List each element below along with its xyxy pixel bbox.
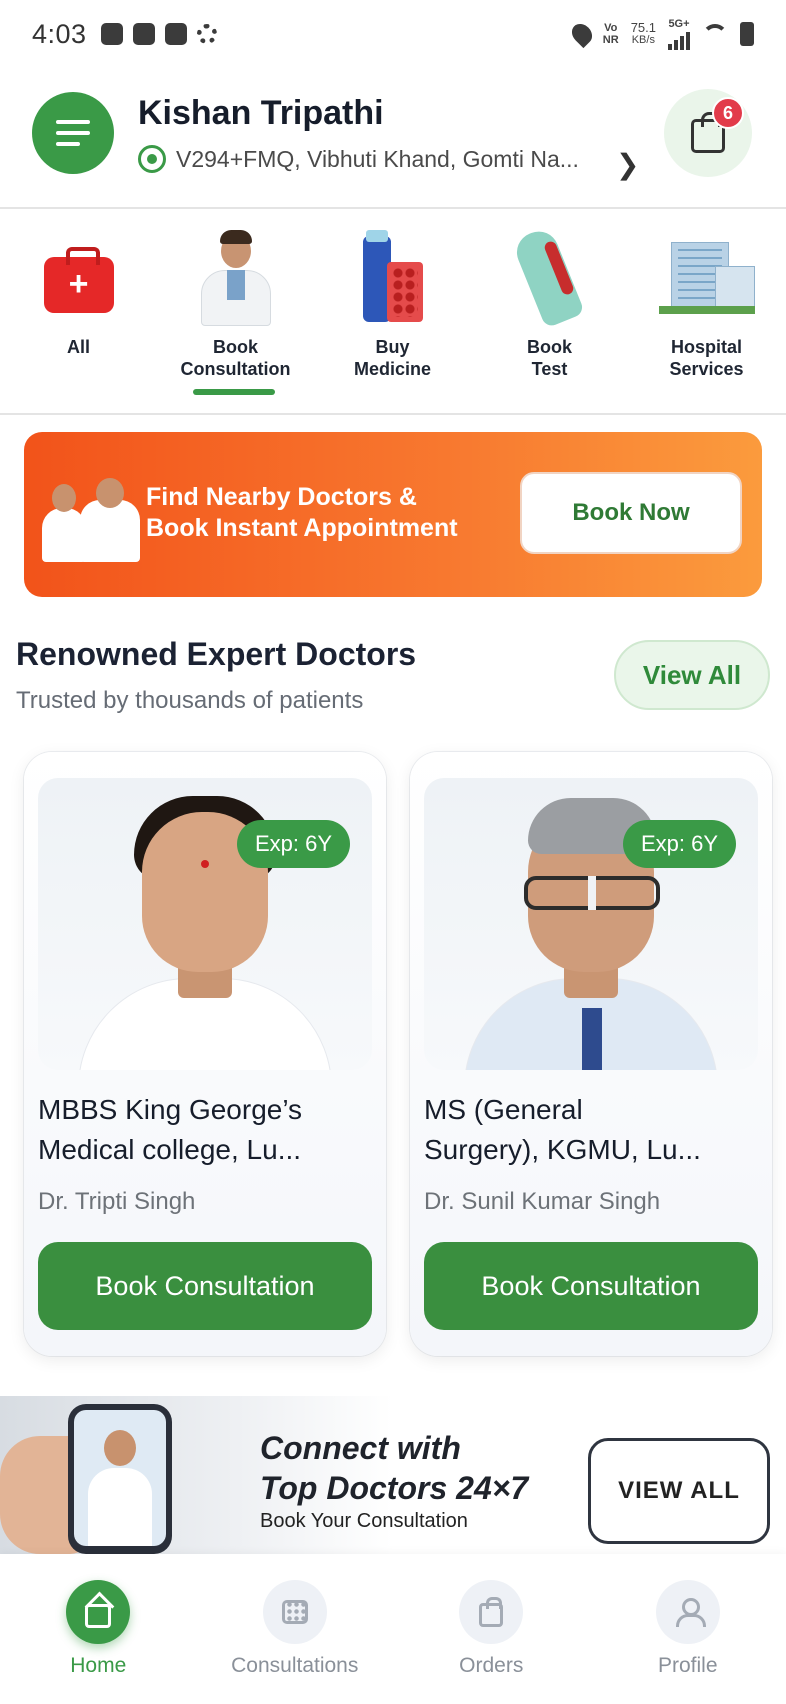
promo-title: Connect with Top Doctors 24×7 xyxy=(260,1430,529,1506)
medicine-icon xyxy=(350,230,436,326)
location-text: V294+FMQ, Vibhuti Khand, Gomti Na... xyxy=(176,145,579,172)
experience-badge: Exp: 6Y xyxy=(622,820,736,868)
doctor-card[interactable]: Exp: 6Y MBBS King George’s Medical colle… xyxy=(24,752,386,1356)
nav-label: Consultations xyxy=(231,1654,359,1677)
doctor-photo: Exp: 6Y xyxy=(38,778,372,1070)
wifi-icon xyxy=(702,24,728,44)
volte-indicator: Vo NR xyxy=(602,22,619,46)
find-doctors-banner[interactable]: Find Nearby Doctors & Book Instant Appoi… xyxy=(24,432,762,597)
category-label: Book Test xyxy=(527,337,572,379)
divider xyxy=(0,207,786,209)
hamburger-icon xyxy=(56,120,90,124)
category-label: Hospital Services xyxy=(669,337,744,379)
chevron-right-icon[interactable]: ❯ xyxy=(616,148,639,181)
view-all-button[interactable]: View All xyxy=(614,640,770,710)
battery-icon xyxy=(740,22,754,46)
experience-badge: Exp: 6Y xyxy=(236,820,350,868)
home-icon xyxy=(85,1604,112,1628)
promo-subtitle: Book Your Consultation xyxy=(260,1510,468,1532)
promo-view-all-button[interactable]: VIEW ALL xyxy=(588,1438,770,1544)
nav-label: Orders xyxy=(459,1654,524,1677)
app-header: Kishan Tripathi V294+FMQ, Vibhuti Khand,… xyxy=(0,82,786,207)
shopping-bag-icon xyxy=(479,1597,504,1627)
status-time: 4:03 xyxy=(32,18,87,49)
mail-icon xyxy=(164,23,187,45)
blood-test-icon xyxy=(507,225,593,329)
nav-label: Profile xyxy=(657,1654,718,1677)
user-icon xyxy=(675,1598,706,1627)
first-aid-kit-icon xyxy=(36,230,122,326)
category-tabs: All Book Consultation Buy Medicine Book … xyxy=(0,215,786,411)
category-label: All xyxy=(66,337,90,357)
category-all[interactable]: All xyxy=(0,215,157,411)
network-type: 5G+ xyxy=(668,18,690,30)
category-book-test[interactable]: Book Test xyxy=(471,215,628,411)
app-notification-icon xyxy=(132,23,155,45)
nav-consultations[interactable]: Consultations xyxy=(197,1554,394,1704)
doctor-name: Dr. Tripti Singh xyxy=(38,1188,196,1215)
signal-bars-icon xyxy=(668,30,690,50)
signal-indicator: 5G+ xyxy=(668,18,690,50)
book-consultation-button[interactable]: Book Consultation xyxy=(424,1242,758,1330)
location-pin-icon xyxy=(567,19,596,49)
network-speed: 75.1 KB/s xyxy=(630,20,656,46)
doctors-illustration xyxy=(38,478,154,562)
category-book-consultation[interactable]: Book Consultation xyxy=(157,215,314,411)
doctor-qualifications: MBBS King George’s Medical college, Lu..… xyxy=(38,1094,303,1165)
phone-illustration xyxy=(68,1404,172,1554)
cart-button[interactable]: 6 xyxy=(664,89,752,177)
doctor-icon xyxy=(193,230,279,326)
book-consultation-button[interactable]: Book Consultation xyxy=(38,1242,372,1330)
banner-line-1: Find Nearby Doctors & xyxy=(146,483,417,511)
user-name: Kishan Tripathi xyxy=(138,94,384,132)
menu-button[interactable] xyxy=(32,92,114,174)
banner-text: Find Nearby Doctors & Book Instant Appoi… xyxy=(146,482,458,544)
selected-tab-indicator xyxy=(193,389,275,395)
banner-line-2: Book Instant Appointment xyxy=(146,514,458,542)
system-status-icons: Vo NR 75.1 KB/s 5G+ xyxy=(567,18,754,50)
hospital-icon xyxy=(658,230,755,326)
book-now-button[interactable]: Book Now xyxy=(520,472,742,554)
doctor-name: Dr. Sunil Kumar Singh xyxy=(424,1188,661,1215)
nav-orders[interactable]: Orders xyxy=(393,1554,590,1704)
doctor-qualifications: MS (General Surgery), KGMU, Lu... xyxy=(424,1094,701,1165)
location-selector[interactable]: V294+FMQ, Vibhuti Khand, Gomti Na... xyxy=(138,145,579,173)
category-label: Book Consultation xyxy=(180,337,291,379)
nav-label: Home xyxy=(70,1654,127,1677)
nav-home[interactable]: Home xyxy=(0,1554,197,1704)
category-hospital-services[interactable]: Hospital Services xyxy=(628,215,785,411)
notification-icons xyxy=(100,23,217,45)
doctor-card[interactable]: Exp: 6Y MS (General Surgery), KGMU, Lu..… xyxy=(410,752,772,1356)
bottom-navigation: Home Consultations Orders Profile xyxy=(0,1554,786,1704)
status-bar: 4:03 Vo NR 75.1 KB/s 5G+ xyxy=(0,0,786,68)
usb-icon xyxy=(100,23,123,45)
section-subtitle: Trusted by thousands of patients xyxy=(16,687,364,714)
section-title: Renowned Expert Doctors xyxy=(16,636,417,672)
settings-icon xyxy=(196,24,217,44)
cart-count-badge: 6 xyxy=(712,97,744,129)
promo-banner[interactable]: Connect with Top Doctors 24×7 Book Your … xyxy=(0,1396,786,1554)
category-buy-medicine[interactable]: Buy Medicine xyxy=(314,215,471,411)
divider xyxy=(0,413,786,415)
calendar-icon xyxy=(281,1600,308,1624)
category-label: Buy Medicine xyxy=(353,337,432,379)
nav-profile[interactable]: Profile xyxy=(590,1554,786,1704)
gps-location-icon xyxy=(138,145,166,173)
doctor-photo: Exp: 6Y xyxy=(424,778,758,1070)
